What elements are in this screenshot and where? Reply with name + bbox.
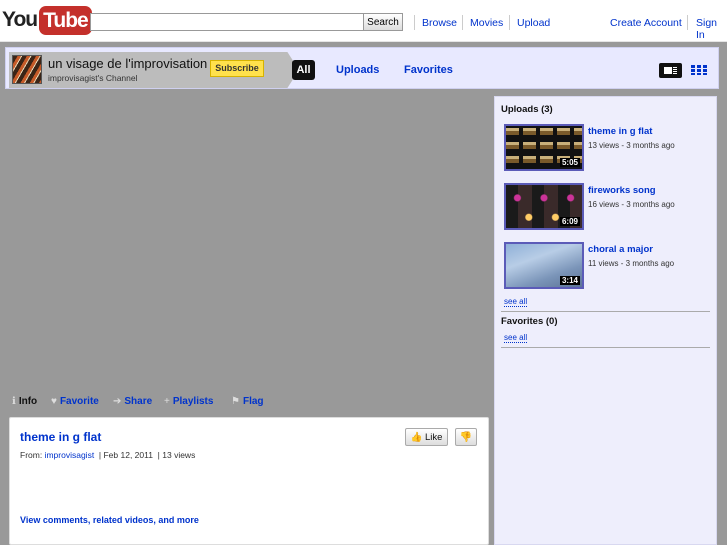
video-thumbnail[interactable]: 3:14 xyxy=(504,242,584,289)
info-tab[interactable]: ℹ Info xyxy=(12,396,37,407)
video-thumbnail[interactable]: 5:05 xyxy=(504,124,584,171)
upload-title[interactable]: theme in g flat xyxy=(588,126,652,137)
upload-meta: 11 views - 3 months ago xyxy=(588,259,675,268)
duration-badge: 5:05 xyxy=(559,158,580,167)
info-label: Info xyxy=(18,396,38,407)
grid-view-icon[interactable] xyxy=(691,65,707,75)
logo-you: You xyxy=(2,8,38,31)
flag-icon: ⚑ xyxy=(231,396,240,407)
duration-badge: 3:14 xyxy=(559,276,580,285)
playlists-action[interactable]: + Playlists xyxy=(164,396,213,407)
video-thumbnail[interactable]: 6:09 xyxy=(504,183,584,230)
video-meta: From: improvisagist | Feb 12, 2011 | 13 … xyxy=(20,450,196,460)
channel-title: un visage de l'improvisation xyxy=(48,56,208,71)
plus-icon: + xyxy=(164,396,170,407)
tab-favorites[interactable]: Favorites xyxy=(404,60,453,80)
search-button[interactable]: Search xyxy=(363,13,403,31)
video-player[interactable] xyxy=(5,96,489,386)
playlists-label: Playlists xyxy=(172,396,214,407)
favorite-label: Favorite xyxy=(59,396,99,407)
channel-subtitle: improvisagist's Channel xyxy=(48,73,138,83)
sign-in-link[interactable]: Sign In xyxy=(696,17,727,41)
uploads-see-all-link[interactable]: see all xyxy=(504,297,528,307)
like-label: Like xyxy=(425,431,443,443)
share-action[interactable]: ➔ Share xyxy=(113,396,152,407)
author-link[interactable]: improvisagist xyxy=(45,450,95,460)
divider xyxy=(501,311,710,312)
video-title: theme in g flat xyxy=(20,430,102,444)
like-button[interactable]: 👍 Like xyxy=(405,428,448,446)
info-icon: ℹ xyxy=(12,396,16,407)
heart-icon: ♥ xyxy=(51,396,57,407)
nav-browse-link[interactable]: Browse xyxy=(422,17,457,29)
more-link[interactable]: View comments, related videos, and more xyxy=(20,515,199,525)
thumbs-up-icon: 👍 xyxy=(410,431,423,443)
upload-title[interactable]: fireworks song xyxy=(588,185,656,196)
upload-title[interactable]: choral a major xyxy=(588,244,653,255)
upload-meta: 16 views - 3 months ago xyxy=(588,200,675,209)
share-arrow-icon: ➔ xyxy=(113,396,122,407)
logo-tube: Tube xyxy=(39,5,92,35)
upload-date: Feb 12, 2011 xyxy=(103,450,153,460)
tab-all[interactable]: All xyxy=(292,60,315,80)
subscribe-button[interactable]: Subscribe xyxy=(210,60,264,77)
divider xyxy=(501,347,710,348)
create-account-link[interactable]: Create Account xyxy=(610,17,682,29)
youtube-logo[interactable]: You Tube xyxy=(2,5,92,35)
search-input[interactable] xyxy=(90,13,363,31)
share-label: Share xyxy=(124,396,153,407)
duration-badge: 6:09 xyxy=(559,217,580,226)
divider xyxy=(509,15,510,30)
uploads-heading: Uploads (3) xyxy=(501,104,553,115)
view-count: 13 views xyxy=(162,450,196,460)
divider xyxy=(687,15,688,30)
thumbs-down-icon: 👎 xyxy=(459,431,473,443)
favorite-action[interactable]: ♥ Favorite xyxy=(51,396,99,407)
favorites-see-all-link[interactable]: see all xyxy=(504,333,528,343)
flag-label: Flag xyxy=(242,396,264,407)
favorites-heading: Favorites (0) xyxy=(501,316,558,327)
top-bar: You Tube Search Browse Movies Upload Cre… xyxy=(0,0,727,42)
nav-movies-link[interactable]: Movies xyxy=(470,17,503,29)
divider xyxy=(462,15,463,30)
nav-upload-link[interactable]: Upload xyxy=(517,17,550,29)
from-label: From: xyxy=(20,450,43,460)
flag-action[interactable]: ⚑ Flag xyxy=(231,396,264,407)
player-view-icon[interactable] xyxy=(659,63,682,78)
tab-uploads[interactable]: Uploads xyxy=(336,60,379,80)
dislike-button[interactable]: 👎 xyxy=(455,428,477,446)
channel-avatar[interactable] xyxy=(12,55,42,84)
divider xyxy=(414,15,415,30)
upload-meta: 13 views - 3 months ago xyxy=(588,141,675,150)
